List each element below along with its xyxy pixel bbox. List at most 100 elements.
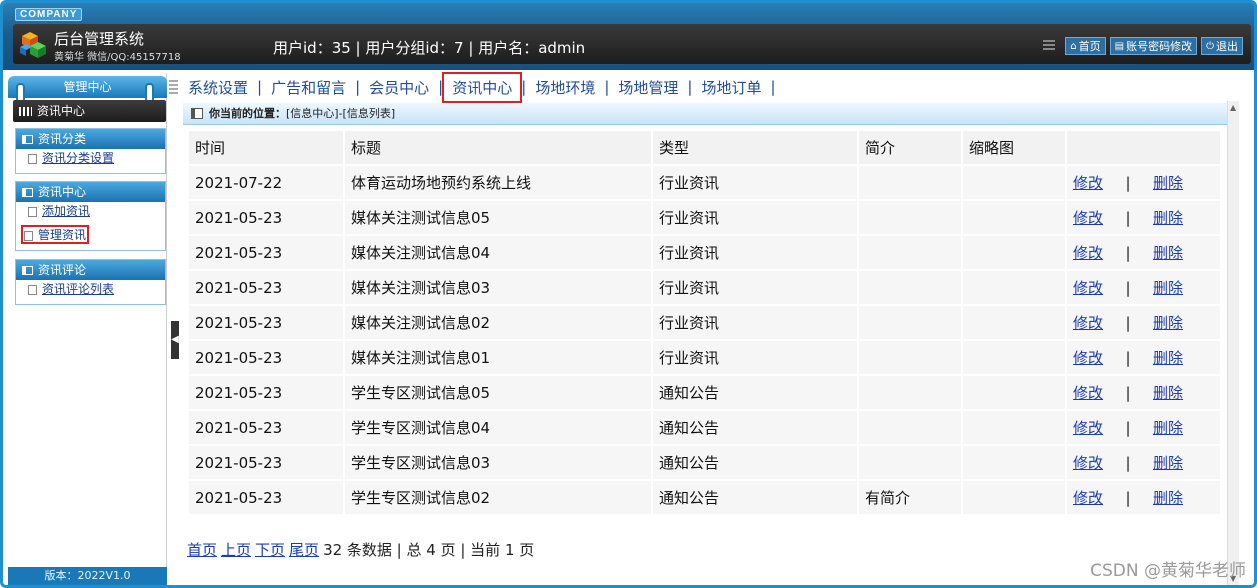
sidebar-item-comment-list[interactable]: 资讯评论列表	[16, 280, 165, 304]
password-change-link[interactable]: ▤ 账号密码修改	[1109, 37, 1198, 55]
col-title: 标题	[345, 131, 651, 164]
nav-item-ads-messages[interactable]: 广告和留言	[263, 74, 354, 101]
page-last-link[interactable]: 尾页	[289, 541, 319, 559]
watermark: CSDN @黄菊华老师	[1090, 561, 1246, 581]
table-row: 2021-05-23 媒体关注测试信息04 行业资讯 修改 | 删除	[189, 236, 1220, 269]
table-row: 2021-05-23 学生专区测试信息05 通知公告 修改 | 删除	[189, 376, 1220, 409]
delete-link[interactable]: 删除	[1153, 349, 1183, 367]
cell-actions: 修改 | 删除	[1067, 201, 1220, 234]
cell-thumbnail	[963, 166, 1065, 199]
cell-intro	[859, 236, 961, 269]
edit-link[interactable]: 修改	[1073, 244, 1103, 262]
col-time: 时间	[189, 131, 343, 164]
delete-link[interactable]: 删除	[1153, 174, 1183, 192]
action-separator: |	[1125, 174, 1131, 192]
vertical-scrollbar[interactable]: ▲ ▼	[1227, 101, 1239, 585]
table-row: 2021-05-23 媒体关注测试信息03 行业资讯 修改 | 删除	[189, 271, 1220, 304]
collapse-sidebar-handle[interactable]: ◀	[171, 321, 179, 359]
page-first-link[interactable]: 首页	[187, 541, 217, 559]
cell-thumbnail	[963, 236, 1065, 269]
sidebar: 管理中心 资讯中心 资讯分类 资讯分类设置 资讯中心 添加资讯 管理资讯 资讯评…	[8, 73, 167, 585]
delete-link[interactable]: 删除	[1153, 384, 1183, 402]
cell-time: 2021-05-23	[189, 376, 343, 409]
delete-link[interactable]: 删除	[1153, 454, 1183, 472]
cell-title: 媒体关注测试信息02	[345, 306, 651, 339]
cell-intro	[859, 446, 961, 479]
grip-icon	[169, 80, 178, 94]
nav-item-news-center[interactable]: 资讯中心	[442, 71, 523, 103]
action-separator: |	[1125, 454, 1131, 472]
col-actions	[1067, 131, 1220, 164]
edit-link[interactable]: 修改	[1073, 209, 1103, 227]
edit-link[interactable]: 修改	[1073, 314, 1103, 332]
nav-item-venue-management[interactable]: 场地管理	[610, 74, 686, 101]
cell-title: 媒体关注测试信息05	[345, 201, 651, 234]
delete-link[interactable]: 删除	[1153, 314, 1183, 332]
window-icon	[191, 108, 203, 119]
document-icon	[28, 206, 37, 217]
cell-time: 2021-05-23	[189, 481, 343, 514]
cell-intro	[859, 411, 961, 444]
cell-actions: 修改 | 删除	[1067, 446, 1220, 479]
cell-title: 媒体关注测试信息01	[345, 341, 651, 374]
table-row: 2021-05-23 学生专区测试信息03 通知公告 修改 | 删除	[189, 446, 1220, 479]
edit-link[interactable]: 修改	[1073, 384, 1103, 402]
cell-intro	[859, 166, 961, 199]
edit-link[interactable]: 修改	[1073, 419, 1103, 437]
sidebar-item-category-settings[interactable]: 资讯分类设置	[16, 149, 165, 173]
scroll-up-icon[interactable]: ▲	[1230, 103, 1236, 112]
page-next-link[interactable]: 下页	[255, 541, 285, 559]
nav-item-system-settings[interactable]: 系统设置	[180, 74, 256, 101]
edit-link[interactable]: 修改	[1073, 174, 1103, 192]
list-icon	[19, 107, 32, 116]
sidebar-group-title[interactable]: 资讯分类	[16, 129, 165, 149]
edit-link[interactable]: 修改	[1073, 349, 1103, 367]
table-row: 2021-07-22 体育运动场地预约系统上线 行业资讯 修改 | 删除	[189, 166, 1220, 199]
folder-icon	[22, 266, 33, 275]
col-thumbnail: 缩略图	[963, 131, 1065, 164]
delete-link[interactable]: 删除	[1153, 244, 1183, 262]
sidebar-item-add-news[interactable]: 添加资讯	[16, 202, 165, 226]
cell-title: 媒体关注测试信息03	[345, 271, 651, 304]
system-subtitle: 黄菊华 微信/QQ:45157718	[54, 52, 181, 63]
cell-time: 2021-05-23	[189, 446, 343, 479]
delete-link[interactable]: 删除	[1153, 419, 1183, 437]
header: COMPANY 后台管理系统 黄菊华 微信/QQ:45157718 用户id：3…	[3, 3, 1254, 70]
sidebar-group-news: 资讯中心 添加资讯 管理资讯	[15, 181, 166, 251]
nav-item-member-center[interactable]: 会员中心	[361, 74, 437, 101]
cell-type: 通知公告	[653, 376, 857, 409]
col-type: 类型	[653, 131, 857, 164]
top-links: ⌂ 首页 ▤ 账号密码修改 ⏻ 退出	[1043, 37, 1243, 55]
home-link[interactable]: ⌂ 首页	[1065, 37, 1106, 55]
folder-icon	[22, 135, 33, 144]
cell-actions: 修改 | 删除	[1067, 306, 1220, 339]
cell-title: 学生专区测试信息04	[345, 411, 651, 444]
cell-actions: 修改 | 删除	[1067, 376, 1220, 409]
edit-link[interactable]: 修改	[1073, 489, 1103, 507]
sidebar-item-manage-news[interactable]: 管理资讯	[16, 225, 165, 250]
logout-link[interactable]: ⏻ 退出	[1201, 37, 1243, 55]
cell-actions: 修改 | 删除	[1067, 166, 1220, 199]
cell-thumbnail	[963, 446, 1065, 479]
page-prev-link[interactable]: 上页	[221, 541, 251, 559]
cell-type: 通知公告	[653, 481, 857, 514]
cell-thumbnail	[963, 271, 1065, 304]
cell-actions: 修改 | 删除	[1067, 236, 1220, 269]
cell-time: 2021-05-23	[189, 236, 343, 269]
folder-icon	[22, 188, 33, 197]
nav-item-venue-orders[interactable]: 场地订单	[693, 74, 769, 101]
edit-link[interactable]: 修改	[1073, 279, 1103, 297]
edit-link[interactable]: 修改	[1073, 454, 1103, 472]
delete-link[interactable]: 删除	[1153, 209, 1183, 227]
table-row: 2021-05-23 媒体关注测试信息02 行业资讯 修改 | 删除	[189, 306, 1220, 339]
sidebar-group-title[interactable]: 资讯中心	[16, 182, 165, 202]
cell-title: 学生专区测试信息05	[345, 376, 651, 409]
cell-type: 行业资讯	[653, 341, 857, 374]
cell-type: 通知公告	[653, 411, 857, 444]
delete-link[interactable]: 删除	[1153, 489, 1183, 507]
delete-link[interactable]: 删除	[1153, 279, 1183, 297]
page-summary: 32 条数据 | 总 4 页 | 当前 1 页	[323, 541, 535, 559]
nav-item-venue-environment[interactable]: 场地环境	[527, 74, 603, 101]
table-row: 2021-05-23 媒体关注测试信息05 行业资讯 修改 | 删除	[189, 201, 1220, 234]
sidebar-group-title[interactable]: 资讯评论	[16, 260, 165, 280]
